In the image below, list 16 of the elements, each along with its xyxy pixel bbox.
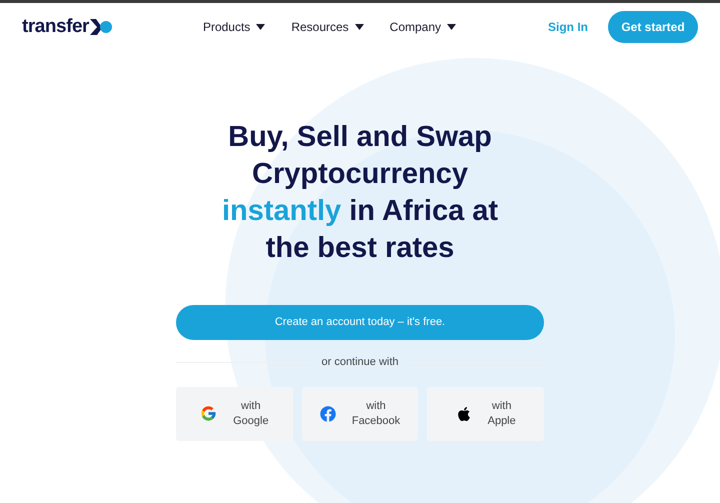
apple-icon: [456, 406, 472, 422]
social-login-button[interactable]: with Apple: [427, 386, 544, 440]
facebook-icon: [320, 406, 336, 422]
google-icon: [200, 405, 218, 422]
logo-mark-icon: [88, 18, 113, 36]
logo-text: transfer: [22, 14, 89, 39]
social-login-button[interactable]: with Facebook: [302, 386, 418, 440]
nav-menu[interactable]: Resources: [291, 18, 364, 36]
nav-menu[interactable]: Company: [390, 18, 456, 36]
caret-icon: [354, 24, 364, 30]
caret-icon: [447, 24, 456, 30]
caret-icon: [256, 24, 266, 30]
social-login-button[interactable]: with Google: [176, 386, 293, 440]
divider-text: or continue with: [321, 355, 399, 370]
nav-menu[interactable]: Products: [202, 18, 266, 36]
hero-headline: Buy, Sell and Swap Cryptocurrency instantly in Africa at the best rates: [220, 120, 500, 266]
